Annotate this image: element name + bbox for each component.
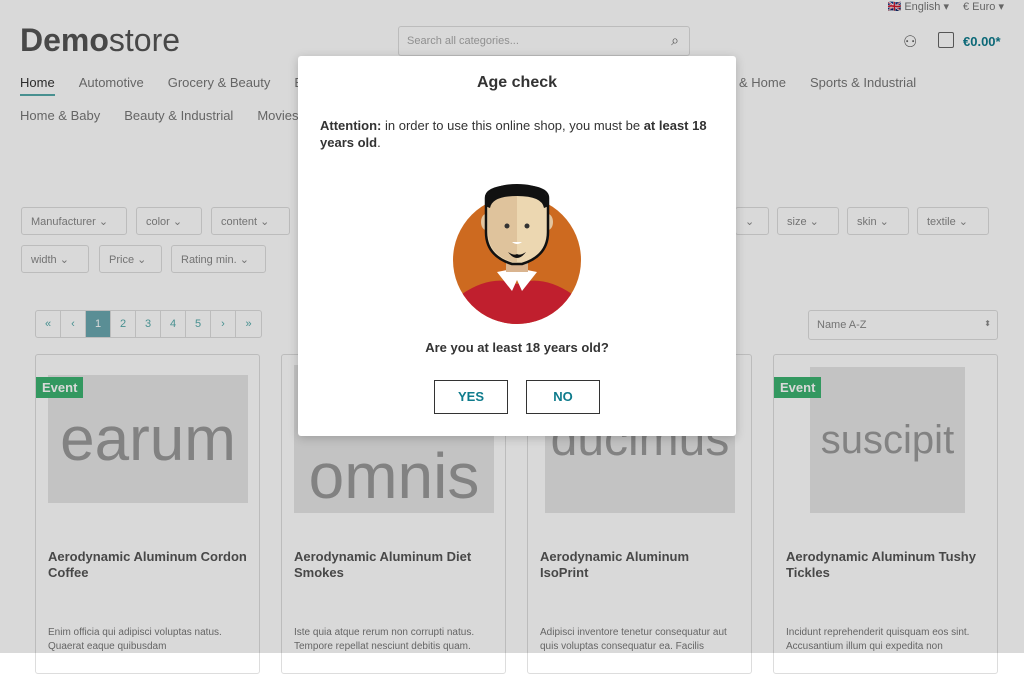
modal-message: Attention: in order to use this online s… (320, 118, 707, 150)
man-avatar-icon (453, 184, 581, 324)
yes-button[interactable]: YES (434, 380, 508, 414)
modal-title: Age check (476, 74, 558, 91)
no-button[interactable]: NO (526, 380, 600, 414)
age-question: Are you at least 18 years old? (425, 340, 609, 355)
age-check-modal: Age check Attention: in order to use thi… (298, 56, 736, 436)
